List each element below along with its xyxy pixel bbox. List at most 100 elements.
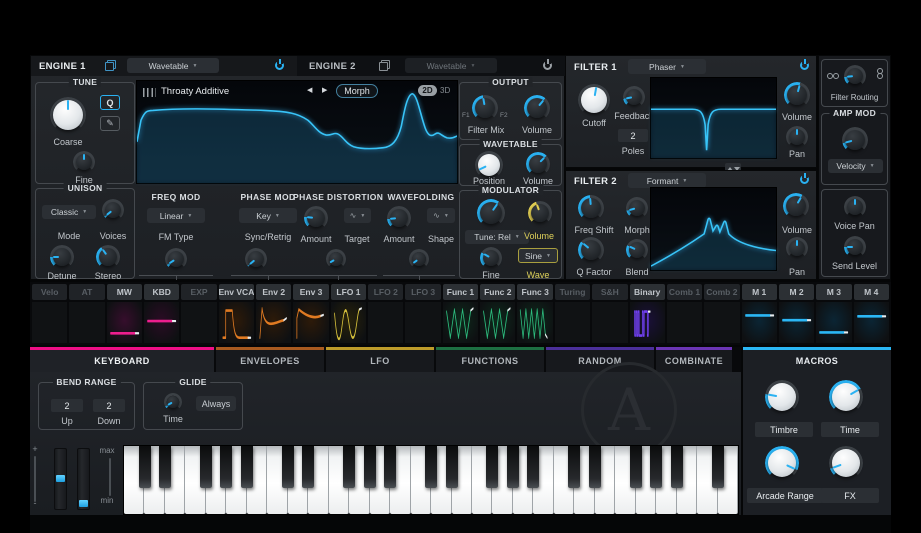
freq-shift-knob[interactable] [578,195,604,221]
mod-source-func-3[interactable]: Func 3 [517,284,552,343]
modulator-wave-select[interactable]: Sine▼ [518,248,558,263]
piano-black-key[interactable] [507,446,519,488]
blend-knob[interactable] [626,239,648,261]
mod-source-env-2[interactable]: Env 2 [256,284,291,343]
piano-black-key[interactable] [425,446,437,488]
tab-keyboard[interactable]: KEYBOARD [30,347,214,372]
filter1-pan-knob[interactable] [786,126,808,148]
mod-source-env-vca[interactable]: Env VCA [219,284,254,343]
piano-keyboard[interactable] [123,445,739,515]
fine-knob[interactable] [73,151,95,173]
output-volume-knob[interactable] [524,95,550,121]
mod-wheel-slider[interactable] [54,448,67,510]
filter1-volume-knob[interactable] [784,82,810,108]
freq-mod-amount-knob[interactable] [165,248,187,270]
engine1-type-select[interactable]: Wavetable▼ [127,58,219,73]
tab-envelopes[interactable]: ENVELOPES [216,347,324,372]
piano-black-key[interactable] [139,446,151,488]
wavetable-display[interactable]: Throaty Additive ◀ ▶ Morph 2D 3D [136,80,458,184]
mod-source-m-4[interactable]: M 4 [854,284,889,343]
piano-black-key[interactable] [220,446,232,488]
piano-black-key[interactable] [241,446,253,488]
mod-source-turing[interactable]: Turing [555,284,590,343]
mod-source-env-3[interactable]: Env 3 [293,284,328,343]
mod-source-comb-2[interactable]: Comb 2 [704,284,739,343]
amp-mod-select[interactable]: Velocity▼ [828,159,883,173]
modulator-tune-knob[interactable] [477,199,505,227]
engine2-power-icon[interactable] [543,61,552,70]
aftertouch-handle[interactable] [79,500,88,507]
piano-black-key[interactable] [200,446,212,488]
piano-black-key[interactable] [568,446,580,488]
tab-combinate[interactable]: COMBINATE [656,347,732,372]
piano-black-key[interactable] [282,446,294,488]
modulator-volume-knob[interactable] [528,201,552,225]
filter-routing-knob[interactable] [844,65,866,87]
tab-lfo[interactable]: LFO [326,347,434,372]
mod-source-m-3[interactable]: M 3 [816,284,851,343]
mod-source-m-1[interactable]: M 1 [742,284,777,343]
coarse-knob[interactable] [50,97,86,133]
piano-black-key[interactable] [527,446,539,488]
engine1-power-icon[interactable] [275,61,284,70]
engine1-header[interactable]: ENGINE 1 Wavetable▼ [31,56,297,76]
mod-source-func-1[interactable]: Func 1 [443,284,478,343]
phase-distortion-amount-knob[interactable] [304,206,328,230]
amp-mod-knob[interactable] [842,127,868,153]
edit-pencil-button[interactable]: ✎ [100,116,120,131]
macro-timbre-knob[interactable] [765,380,799,414]
glide-time-knob[interactable] [164,393,182,411]
piano-black-key[interactable] [384,446,396,488]
filter-mix-knob[interactable] [472,95,498,121]
bend-down-value[interactable]: 2 [93,399,125,412]
mod-source-func-2[interactable]: Func 2 [480,284,515,343]
mod-source-lfo-1[interactable]: LFO 1 [331,284,366,343]
phase-mod-amount-knob[interactable] [245,248,267,270]
voices-knob[interactable] [102,199,124,221]
wavefolding-amount-knob[interactable] [387,206,411,230]
filter2-volume-knob[interactable] [783,193,809,219]
pitch-bend-slider[interactable] [34,456,36,502]
piano-black-key[interactable] [446,446,458,488]
engine2-header[interactable]: ENGINE 2 Wavetable▼ [297,56,566,76]
piano-black-key[interactable] [486,446,498,488]
poles-value[interactable]: 2 [618,129,648,142]
mod-source-exp[interactable]: EXP [181,284,216,343]
aftertouch-slider[interactable] [77,448,90,510]
macro-fx-knob[interactable] [829,446,863,480]
filter1-power-icon[interactable] [800,61,809,70]
mod-wheel-handle[interactable] [56,475,65,482]
filter1-display[interactable] [650,77,777,159]
cutoff-knob[interactable] [578,84,610,116]
filter2-morph-knob[interactable] [626,197,648,219]
macro-arcade-range-knob[interactable] [765,446,799,480]
piano-black-key[interactable] [671,446,683,488]
feedback-knob[interactable] [623,86,645,108]
position-knob[interactable] [475,151,503,179]
piano-black-key[interactable] [712,446,724,488]
mod-source-comb-1[interactable]: Comb 1 [667,284,702,343]
piano-black-key[interactable] [343,446,355,488]
filter1-type-select[interactable]: Phaser▼ [628,59,706,74]
wavefolding-shape-select[interactable]: ∿▼ [427,208,455,223]
filter2-type-select[interactable]: Formant▼ [628,173,706,188]
tab-functions[interactable]: FUNCTIONS [436,347,544,372]
stereo-knob[interactable] [96,245,120,269]
macro-time-knob[interactable] [829,380,863,414]
quantize-button[interactable]: Q [100,95,120,110]
voice-pan-knob[interactable] [844,196,866,218]
piano-black-key[interactable] [302,446,314,488]
phase-distortion-mod-knob[interactable] [326,249,346,269]
mod-source-lfo-3[interactable]: LFO 3 [405,284,440,343]
bend-up-value[interactable]: 2 [51,399,83,412]
mod-source-mw[interactable]: MW [107,284,142,343]
mod-source-binary[interactable]: Binary [630,284,665,343]
q-factor-knob[interactable] [578,237,604,263]
phase-distortion-target-select[interactable]: ∿▼ [344,208,371,223]
mod-source-s-h[interactable]: S&H [592,284,627,343]
mod-source-m-2[interactable]: M 2 [779,284,814,343]
piano-black-key[interactable] [630,446,642,488]
piano-black-key[interactable] [589,446,601,488]
piano-black-key[interactable] [650,446,662,488]
glide-always-button[interactable]: Always [196,396,236,411]
